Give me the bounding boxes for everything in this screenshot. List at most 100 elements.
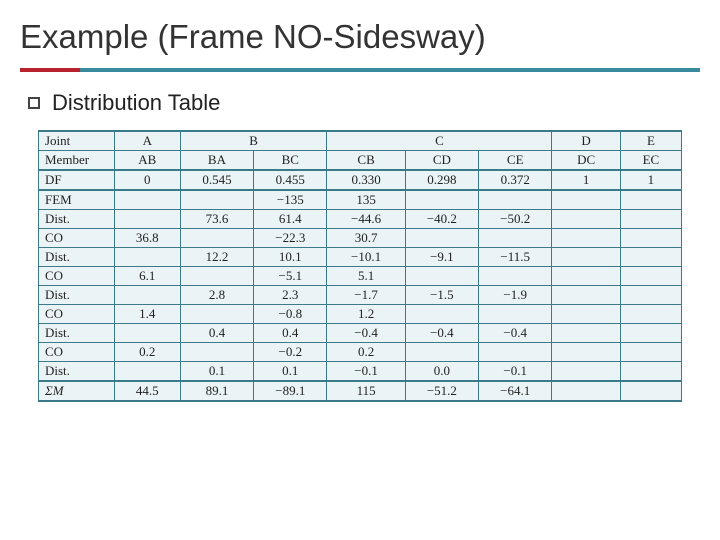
c3-bc: −0.8 [254, 305, 327, 324]
joint-d: D [552, 131, 620, 151]
s-cd: −51.2 [405, 381, 478, 401]
df-ce: 0.372 [479, 170, 552, 190]
s-ab: 44.5 [114, 381, 180, 401]
d5-cb: −0.1 [327, 362, 405, 382]
accent-bar [20, 68, 80, 72]
fem-bc: −135 [254, 190, 327, 210]
underline-bar [80, 68, 700, 72]
c1-bc: −22.3 [254, 229, 327, 248]
fem-row: FEM −135 135 [39, 190, 682, 210]
d1-bc: 61.4 [254, 210, 327, 229]
m-ab: AB [114, 151, 180, 171]
sum-row: ΣM 44.5 89.1 −89.1 115 −51.2 −64.1 [39, 381, 682, 401]
label-joint: Joint [39, 131, 115, 151]
df-ba: 0.545 [180, 170, 253, 190]
co3-row: CO 1.4 −0.8 1.2 [39, 305, 682, 324]
label-dist3: Dist. [39, 286, 115, 305]
joint-b: B [180, 131, 327, 151]
label-dist2: Dist. [39, 248, 115, 267]
d4-cb: −0.4 [327, 324, 405, 343]
s-cb: 115 [327, 381, 405, 401]
label-df: DF [39, 170, 115, 190]
d4-cd: −0.4 [405, 324, 478, 343]
d1-cb: −44.6 [327, 210, 405, 229]
m-dc: DC [552, 151, 620, 171]
label-co1: CO [39, 229, 115, 248]
d2-ce: −11.5 [479, 248, 552, 267]
label-sum: ΣM [39, 381, 115, 401]
df-cd: 0.298 [405, 170, 478, 190]
joint-row: Joint A B C D E [39, 131, 682, 151]
df-row: DF 0 0.545 0.455 0.330 0.298 0.372 1 1 [39, 170, 682, 190]
s-ba: 89.1 [180, 381, 253, 401]
bullet-text: Distribution Table [52, 90, 220, 116]
label-co3: CO [39, 305, 115, 324]
d4-ce: −0.4 [479, 324, 552, 343]
df-cb: 0.330 [327, 170, 405, 190]
co4-row: CO 0.2 −0.2 0.2 [39, 343, 682, 362]
d1-cd: −40.2 [405, 210, 478, 229]
c1-cb: 30.7 [327, 229, 405, 248]
member-row: Member AB BA BC CB CD CE DC EC [39, 151, 682, 171]
dist2-row: Dist. 12.2 10.1 −10.1 −9.1 −11.5 [39, 248, 682, 267]
co1-row: CO 36.8 −22.3 30.7 [39, 229, 682, 248]
dist3-row: Dist. 2.8 2.3 −1.7 −1.5 −1.9 [39, 286, 682, 305]
d3-ce: −1.9 [479, 286, 552, 305]
c2-bc: −5.1 [254, 267, 327, 286]
label-co4: CO [39, 343, 115, 362]
slide: Example (Frame NO-Sidesway) Distribution… [0, 0, 720, 540]
label-member: Member [39, 151, 115, 171]
df-ec: 1 [620, 170, 681, 190]
table-container: Joint A B C D E Member AB BA BC CB CD CE… [20, 130, 700, 402]
d5-ce: −0.1 [479, 362, 552, 382]
d2-cb: −10.1 [327, 248, 405, 267]
dist4-row: Dist. 0.4 0.4 −0.4 −0.4 −0.4 [39, 324, 682, 343]
fem-cb: 135 [327, 190, 405, 210]
c4-cb: 0.2 [327, 343, 405, 362]
label-dist1: Dist. [39, 210, 115, 229]
m-cb: CB [327, 151, 405, 171]
c4-ab: 0.2 [114, 343, 180, 362]
label-co2: CO [39, 267, 115, 286]
distribution-table: Joint A B C D E Member AB BA BC CB CD CE… [38, 130, 682, 402]
m-ce: CE [479, 151, 552, 171]
c3-ab: 1.4 [114, 305, 180, 324]
d3-bc: 2.3 [254, 286, 327, 305]
df-ab: 0 [114, 170, 180, 190]
page-title: Example (Frame NO-Sidesway) [20, 10, 700, 68]
d4-ba: 0.4 [180, 324, 253, 343]
square-bullet-icon [28, 97, 40, 109]
c2-cb: 5.1 [327, 267, 405, 286]
joint-c: C [327, 131, 552, 151]
c1-ab: 36.8 [114, 229, 180, 248]
c2-ab: 6.1 [114, 267, 180, 286]
d5-ba: 0.1 [180, 362, 253, 382]
bullet-row: Distribution Table [28, 90, 700, 116]
d5-bc: 0.1 [254, 362, 327, 382]
d1-ba: 73.6 [180, 210, 253, 229]
d2-ba: 12.2 [180, 248, 253, 267]
d2-bc: 10.1 [254, 248, 327, 267]
d2-cd: −9.1 [405, 248, 478, 267]
co2-row: CO 6.1 −5.1 5.1 [39, 267, 682, 286]
label-dist5: Dist. [39, 362, 115, 382]
d3-cb: −1.7 [327, 286, 405, 305]
d4-bc: 0.4 [254, 324, 327, 343]
m-ba: BA [180, 151, 253, 171]
title-underline [20, 68, 700, 72]
d3-cd: −1.5 [405, 286, 478, 305]
m-ec: EC [620, 151, 681, 171]
joint-a: A [114, 131, 180, 151]
c3-cb: 1.2 [327, 305, 405, 324]
d5-cd: 0.0 [405, 362, 478, 382]
df-bc: 0.455 [254, 170, 327, 190]
label-fem: FEM [39, 190, 115, 210]
m-bc: BC [254, 151, 327, 171]
c4-bc: −0.2 [254, 343, 327, 362]
dist1-row: Dist. 73.6 61.4 −44.6 −40.2 −50.2 [39, 210, 682, 229]
dist5-row: Dist. 0.1 0.1 −0.1 0.0 −0.1 [39, 362, 682, 382]
df-dc: 1 [552, 170, 620, 190]
d3-ba: 2.8 [180, 286, 253, 305]
s-bc: −89.1 [254, 381, 327, 401]
d1-ce: −50.2 [479, 210, 552, 229]
